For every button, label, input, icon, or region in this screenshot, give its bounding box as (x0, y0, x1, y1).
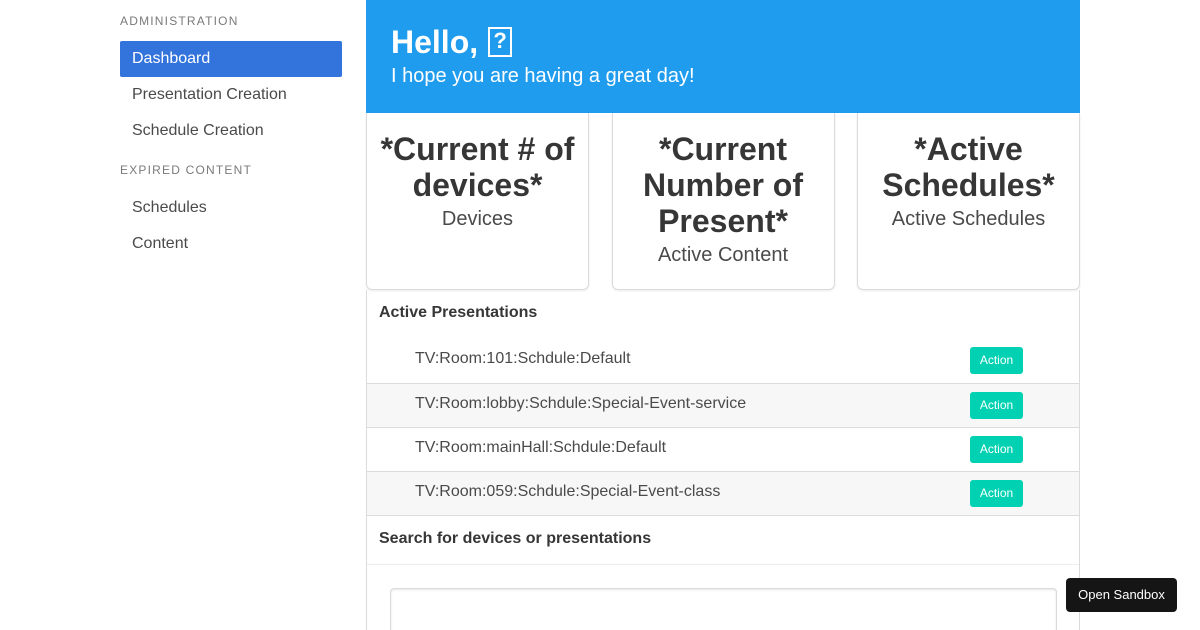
tile-subtitle: Active Schedules (891, 208, 1046, 230)
presentation-name: TV:Room:101:Schdule:Default (415, 350, 631, 367)
search-input[interactable] (390, 588, 1057, 630)
tile-active-content: *Current Number of Present* Active Conte… (611, 113, 835, 290)
action-button[interactable]: Action (970, 392, 1023, 419)
presentation-name: TV:Room:059:Schdule:Special-Event-class (415, 483, 721, 500)
sidebar-item-content[interactable]: Content (120, 226, 342, 262)
missing-glyph-icon: ? (488, 27, 513, 57)
tile-title: *Current Number of Present* (643, 131, 803, 239)
sidebar-item-presentation-creation[interactable]: Presentation Creation (120, 77, 342, 113)
hero-greeting: Hello, (391, 24, 479, 60)
page: ADMINISTRATION Dashboard Presentation Cr… (0, 0, 1200, 630)
tile-subtitle: Devices (441, 208, 514, 230)
expired-menu: Schedules Content (120, 190, 342, 262)
sidebar: ADMINISTRATION Dashboard Presentation Cr… (120, 0, 342, 262)
hero-subtitle: I hope you are having a great day! (391, 65, 695, 87)
action-button[interactable]: Action (970, 347, 1023, 374)
tile-title: *Active Schedules* (882, 131, 1055, 203)
sidebar-item-dashboard[interactable]: Dashboard (120, 41, 342, 77)
active-presentations-panel: Active Presentations TV:Room:101:Schdule… (366, 290, 1080, 515)
main-content: Hello, ? I hope you are having a great d… (366, 0, 1080, 630)
panel-heading: Active Presentations (379, 304, 538, 321)
search-panel: Search for devices or presentations (366, 515, 1080, 630)
open-sandbox-button[interactable]: Open Sandbox (1066, 578, 1177, 612)
presentation-row: TV:Room:101:Schdule:Default Action (367, 339, 1079, 383)
tile-devices: *Current # of devices* Devices (366, 113, 589, 290)
presentation-row: TV:Room:lobby:Schdule:Special-Event-serv… (367, 383, 1079, 427)
sidebar-item-schedules[interactable]: Schedules (120, 190, 342, 226)
presentation-name: TV:Room:lobby:Schdule:Special-Event-serv… (415, 395, 747, 412)
tile-subtitle: Active Content (657, 244, 789, 266)
stats-tiles: *Current # of devices* Devices *Current … (366, 113, 1080, 290)
search-heading: Search for devices or presentations (367, 516, 1079, 565)
menu-label-expired-content: EXPIRED CONTENT (120, 163, 253, 177)
tile-title: *Current # of devices* (380, 131, 575, 203)
presentation-name: TV:Room:mainHall:Schdule:Default (415, 439, 667, 456)
presentation-row: TV:Room:mainHall:Schdule:Default Action (367, 427, 1079, 471)
tile-active-schedules: *Active Schedules* Active Schedules (857, 113, 1080, 290)
menu-label-administration: ADMINISTRATION (120, 14, 239, 28)
welcome-hero: Hello, ? I hope you are having a great d… (366, 0, 1080, 113)
action-button[interactable]: Action (970, 480, 1023, 507)
presentation-row: TV:Room:059:Schdule:Special-Event-class … (367, 471, 1079, 515)
action-button[interactable]: Action (970, 436, 1023, 463)
sidebar-item-schedule-creation[interactable]: Schedule Creation (120, 113, 342, 149)
admin-menu: Dashboard Presentation Creation Schedule… (120, 41, 342, 149)
hero-title: Hello, ? (391, 22, 1080, 62)
